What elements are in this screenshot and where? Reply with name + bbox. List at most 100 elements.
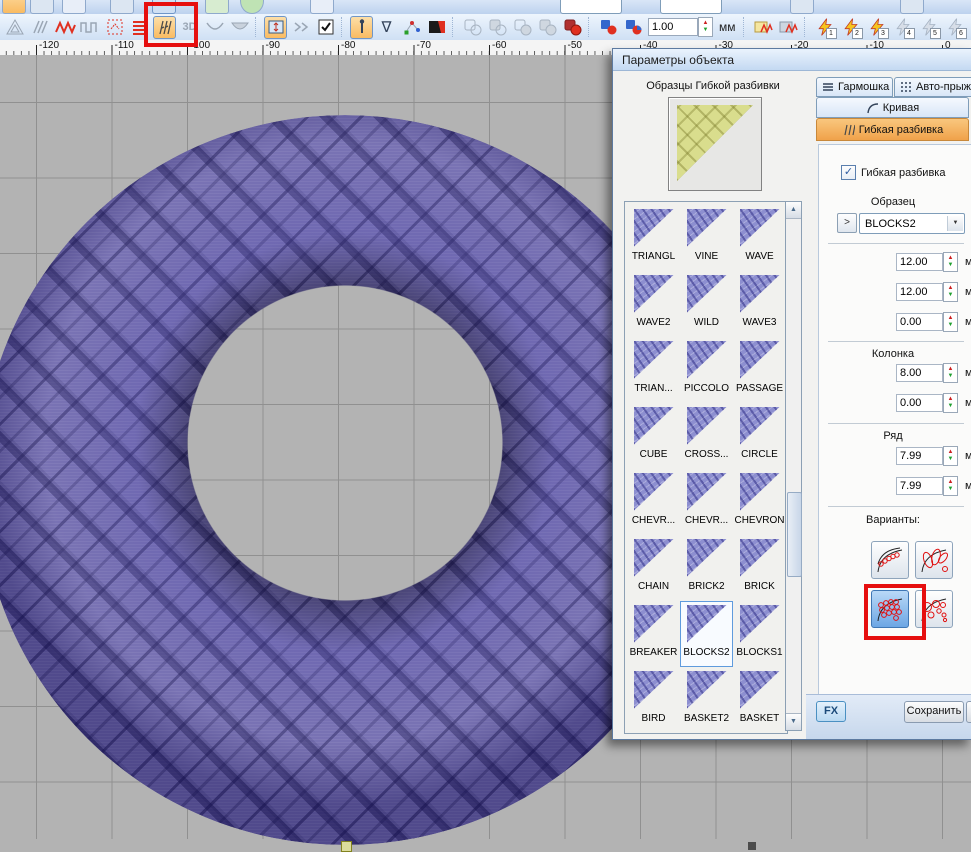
partial-check-icon[interactable] [240,0,264,14]
partial-tool-icon[interactable] [110,0,134,14]
select-checkbox-icon[interactable] [314,16,337,39]
column-density-spinner[interactable]: ▲▼ [943,363,958,383]
lightning-tool-button[interactable]: 4 [891,16,915,39]
save-button[interactable]: Сохранить [904,701,964,723]
lightning-tool-button[interactable]: 1 [813,16,837,39]
tab-autojump[interactable]: Авто-прыж [894,77,971,97]
motif-fill-icon[interactable] [103,16,126,39]
pattern-item[interactable]: VINE [680,205,733,271]
partial-combobox[interactable] [660,0,722,14]
row-density-spinner[interactable]: ▲▼ [943,446,958,466]
pattern-item[interactable]: BREAKER [627,601,680,667]
nabla-tool-icon[interactable]: ∇ [375,16,398,39]
row-shift-spinner[interactable]: ▲▼ [943,476,958,496]
node-edit-icon[interactable] [400,16,423,39]
lightning-tool-button[interactable]: 3 [865,16,889,39]
pattern-item[interactable]: CUBE [627,403,680,469]
pattern-item[interactable]: TRIAN... [627,337,680,403]
sample-dropdown[interactable]: BLOCKS2 ▼ [859,213,965,234]
size-x-input[interactable] [896,253,943,271]
pattern-item[interactable]: BASKET2 [680,667,733,733]
zigzag-stitch-icon[interactable] [53,16,76,39]
machine-stitch-icon[interactable] [777,16,800,39]
transform-pair-icon[interactable] [289,16,312,39]
palette-stitch-icon[interactable] [752,16,775,39]
tab-curve[interactable]: Кривая [816,97,969,118]
pattern-item[interactable]: BIRD [627,667,680,733]
pattern-item[interactable]: CIRCLE [733,403,786,469]
pattern-item[interactable]: BRICK2 [680,535,733,601]
column-density-input[interactable] [896,364,943,382]
triangle-outline-icon[interactable] [3,16,26,39]
pattern-item[interactable]: BLOCKS2 [680,601,733,667]
needle-tool-icon[interactable] [350,16,373,39]
offset-input[interactable] [896,313,943,331]
partial-combobox[interactable] [560,0,622,14]
pattern-item[interactable]: CHEVR... [627,469,680,535]
variant-button-2[interactable] [915,541,953,579]
skew-fill-icon[interactable] [28,16,51,39]
row-density-input[interactable] [896,447,943,465]
fx-button[interactable]: FX [816,701,846,722]
pattern-item[interactable]: CROSS... [680,403,733,469]
tab-flex-split[interactable]: Гибкая разбивка [816,118,969,141]
zoom-value-input[interactable] [648,18,698,36]
object-handle[interactable] [748,842,756,850]
size-x-spinner[interactable]: ▲▼ [943,252,958,272]
fit-window-icon[interactable] [264,16,287,39]
pattern-item[interactable]: WILD [680,271,733,337]
column-shift-spinner[interactable]: ▲▼ [943,393,958,413]
embroidery-donut-object[interactable] [0,115,710,845]
square-pie-icon[interactable] [622,16,645,39]
tab-accordion[interactable]: Гармошка [816,77,893,97]
curve-bowl-fill-icon[interactable] [228,16,251,39]
clipped-button[interactable] [966,701,971,723]
partial-tool-icon[interactable] [900,0,924,14]
pattern-item[interactable]: PASSAGE [733,337,786,403]
origin-handle[interactable] [341,841,352,852]
partial-tool-icon[interactable] [30,0,54,14]
curve-bowl-icon[interactable] [203,16,226,39]
scroll-down-arrow[interactable]: ▼ [786,713,801,730]
zoom-spinner[interactable]: ▲▼ [698,17,713,37]
pattern-item[interactable]: CHAIN [627,535,680,601]
partial-tool-icon[interactable] [310,0,334,14]
lightning-tool-button[interactable]: 6 [943,16,967,39]
pattern-item[interactable]: PICCOLO [680,337,733,403]
pattern-item[interactable]: WAVE2 [627,271,680,337]
size-y-spinner[interactable]: ▲▼ [943,282,958,302]
pattern-item[interactable]: BRICK [733,535,786,601]
shape-merge-color-icon[interactable] [561,16,584,39]
flex-split-checkbox[interactable]: ✓ [841,165,856,180]
pattern-item[interactable]: WAVE3 [733,271,786,337]
lightning-tool-button[interactable]: 2 [839,16,863,39]
scroll-up-arrow[interactable]: ▲ [786,202,801,219]
pattern-item[interactable]: BLOCKS1 [733,601,786,667]
shape-intersect-icon[interactable] [511,16,534,39]
sample-expand-button[interactable]: > [837,213,857,233]
partial-tool-icon[interactable] [790,0,814,14]
flex-split-checkbox-row[interactable]: ✓ Гибкая разбивка [841,165,945,180]
pattern-item[interactable]: WAVE [733,205,786,271]
chevron-down-icon[interactable]: ▼ [947,216,963,231]
lightning-tool-button[interactable]: 5 [917,16,941,39]
pattern-list-scrollbar[interactable]: ▲ ▼ [785,201,802,731]
square-circle-icon[interactable] [597,16,620,39]
offset-spinner[interactable]: ▲▼ [943,312,958,332]
shape-union-icon[interactable] [461,16,484,39]
pattern-item[interactable]: CHEVRON [733,469,786,535]
partial-tool-icon[interactable] [205,0,229,14]
partial-tool-icon[interactable] [62,0,86,14]
square-wave-icon[interactable] [78,16,101,39]
size-y-input[interactable] [896,283,943,301]
pattern-item[interactable]: BASKET [733,667,786,733]
partial-tool-icon[interactable] [2,0,26,14]
column-shift-input[interactable] [896,394,943,412]
shape-subtract-icon[interactable] [486,16,509,39]
pattern-item[interactable]: TRIANGL [627,205,680,271]
shape-exclude-icon[interactable] [536,16,559,39]
gradient-square-icon[interactable] [425,16,448,39]
scrollbar-thumb[interactable] [787,492,802,577]
variant-button-1[interactable] [871,541,909,579]
pattern-item[interactable]: CHEVR... [680,469,733,535]
